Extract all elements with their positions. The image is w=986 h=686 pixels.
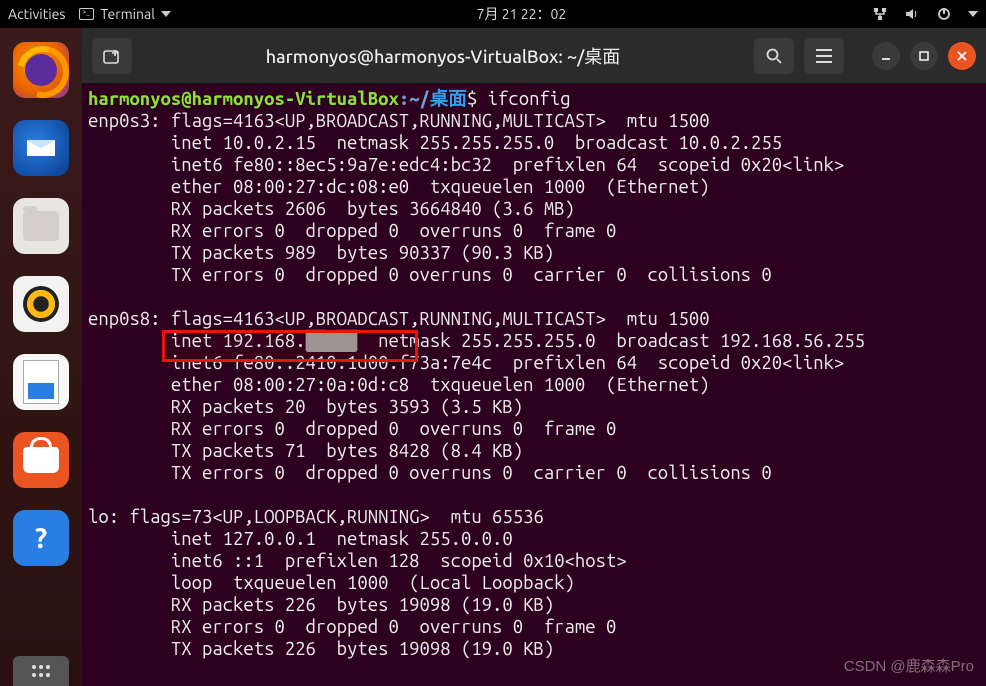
out-enp0s8-l8: TX errors 0 dropped 0 overruns 0 carrier… (88, 463, 772, 483)
dock-app-firefox[interactable] (13, 42, 69, 98)
out-enp0s8-l7: TX packets 71 bytes 8428 (8.4 KB) (88, 441, 523, 461)
out-enp0s3-l8: TX errors 0 dropped 0 overruns 0 carrier… (88, 265, 772, 285)
out-lo-l4: loop txqueuelen 1000 (Local Loopback) (88, 573, 575, 593)
chevron-down-icon (968, 11, 978, 17)
window-titlebar: harmonyos@harmonyos-VirtualBox: ~/桌面 (82, 28, 986, 84)
terminal-window: harmonyos@harmonyos-VirtualBox: ~/桌面 har… (82, 28, 986, 686)
system-status-area[interactable] (872, 6, 978, 22)
search-button[interactable] (754, 38, 794, 74)
out-lo-l6: RX errors 0 dropped 0 overruns 0 frame 0 (88, 617, 616, 637)
prompt-path-cn: 桌面 (430, 89, 467, 109)
grid-icon (31, 664, 51, 678)
dock-app-rhythmbox[interactable] (13, 276, 69, 332)
power-icon (936, 6, 952, 22)
out-lo-l7: TX packets 226 bytes 19098 (19.0 KB) (88, 639, 554, 659)
out-lo-l2: inet 127.0.0.1 netmask 255.0.0.0 (88, 529, 513, 549)
hamburger-icon (815, 49, 833, 63)
prompt-dollar: $ (467, 89, 488, 109)
dock-app-help[interactable]: ? (13, 510, 69, 566)
prompt-user-host: harmonyos@harmonyos-VirtualBox (88, 89, 399, 109)
out-enp0s3-l4: ether 08:00:27:dc:08:e0 txqueuelen 1000 … (88, 177, 710, 197)
out-enp0s3-l3: inet6 fe80::8ec5:9a7e:edc4:bc32 prefixle… (88, 155, 844, 175)
volume-icon (904, 6, 920, 22)
clock[interactable]: 7月 21 22：02 (179, 4, 864, 24)
window-title: harmonyos@harmonyos-VirtualBox: ~/桌面 (142, 43, 744, 69)
close-icon (956, 50, 968, 62)
prompt-path-prefix: ~/ (409, 89, 430, 109)
hamburger-menu-button[interactable] (804, 38, 844, 74)
chevron-down-icon (161, 11, 171, 17)
out-enp0s3-l2: inet 10.0.2.15 netmask 255.255.255.0 bro… (88, 133, 782, 153)
network-icon (872, 6, 888, 22)
gnome-topbar: Activities Terminal 7月 21 22：02 (0, 0, 986, 28)
out-enp0s3-l5: RX packets 2606 bytes 3664840 (3.6 MB) (88, 199, 575, 219)
out-enp0s8-l5: RX packets 20 bytes 3593 (3.5 KB) (88, 397, 523, 417)
terminal-icon (79, 8, 94, 20)
out-lo-l1: lo: flags=73<UP,LOOPBACK,RUNNING> mtu 65… (88, 507, 544, 527)
dock-app-files[interactable] (13, 198, 69, 254)
dock-app-software[interactable] (13, 432, 69, 488)
dock-app-thunderbird[interactable] (13, 120, 69, 176)
dock-app-libreoffice-writer[interactable] (13, 354, 69, 410)
terminal-output[interactable]: harmonyos@harmonyos-VirtualBox:~/桌面$ ifc… (82, 84, 986, 686)
out-enp0s3-l7: TX packets 989 bytes 90337 (90.3 KB) (88, 243, 554, 263)
window-maximize-button[interactable] (910, 42, 938, 70)
activities-button[interactable]: Activities (8, 6, 65, 22)
maximize-icon (918, 50, 930, 62)
new-tab-icon (103, 48, 121, 64)
search-icon (765, 47, 783, 65)
dock-show-applications[interactable] (13, 656, 69, 686)
app-menu-terminal[interactable]: Terminal (79, 6, 171, 22)
watermark: CSDN @鹿森森Pro (844, 656, 974, 678)
highlight-annotation (162, 330, 418, 362)
window-close-button[interactable] (948, 42, 976, 70)
prompt-sep: : (399, 89, 409, 109)
command-text: ifconfig (488, 89, 571, 109)
window-minimize-button[interactable] (872, 42, 900, 70)
out-enp0s8-l4: ether 08:00:27:0a:0d:c8 txqueuelen 1000 … (88, 375, 710, 395)
new-tab-button[interactable] (92, 38, 132, 74)
out-lo-l3: inet6 ::1 prefixlen 128 scopeid 0x10<hos… (88, 551, 627, 571)
out-enp0s8-l2b: netmask 255.255.255.0 broadcast 192.168.… (357, 331, 865, 351)
app-menu-label: Terminal (100, 6, 155, 22)
dock: ? (0, 28, 82, 686)
minimize-icon (880, 50, 892, 62)
out-enp0s3-l6: RX errors 0 dropped 0 overruns 0 frame 0 (88, 221, 616, 241)
out-enp0s8-l1: enp0s8: flags=4163<UP,BROADCAST,RUNNING,… (88, 309, 710, 329)
out-enp0s8-l6: RX errors 0 dropped 0 overruns 0 frame 0 (88, 419, 616, 439)
out-lo-l5: RX packets 226 bytes 19098 (19.0 KB) (88, 595, 554, 615)
out-enp0s3-l1: enp0s3: flags=4163<UP,BROADCAST,RUNNING,… (88, 111, 710, 131)
